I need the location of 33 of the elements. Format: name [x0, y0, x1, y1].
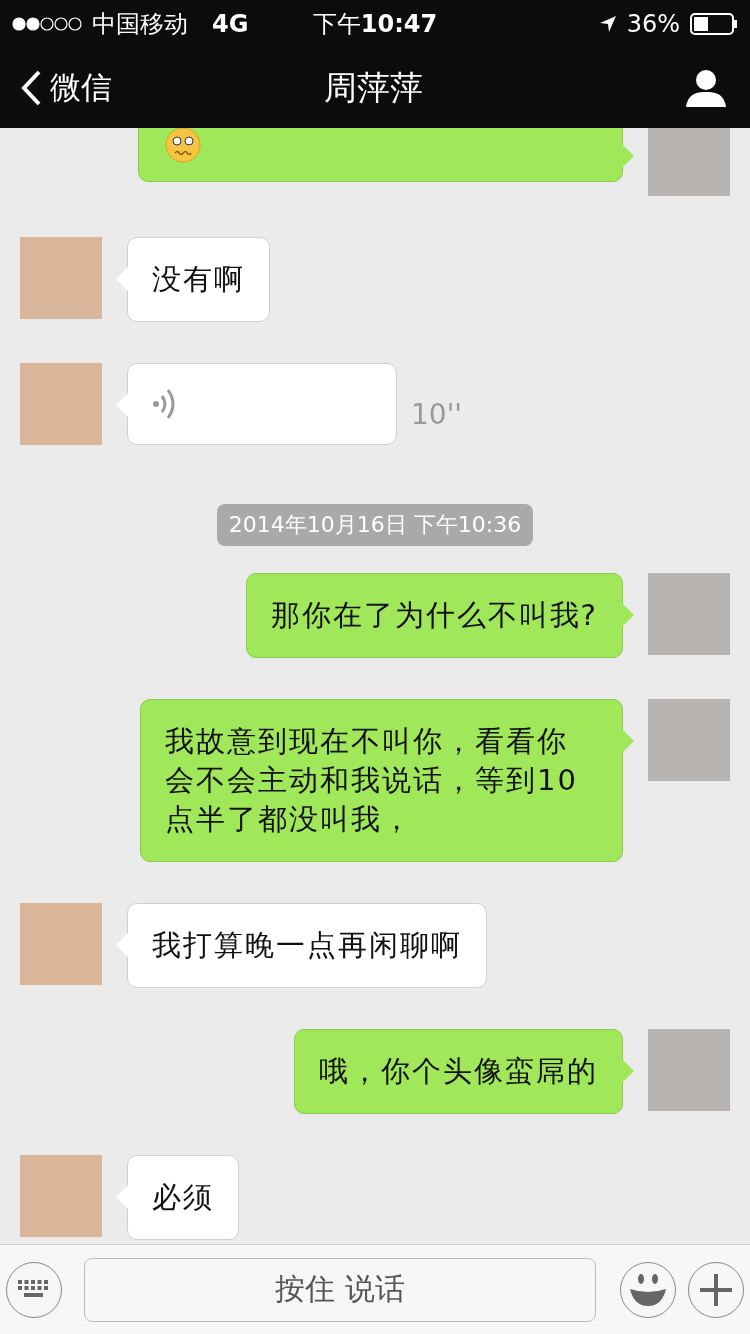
battery-icon: [690, 13, 738, 35]
battery-percent: 36%: [626, 10, 680, 38]
message-bubble: 那你在了为什么不叫我?: [245, 573, 623, 658]
smiley-icon: [628, 1272, 668, 1307]
avatar-photo[interactable]: [20, 363, 102, 445]
message-bubble: 没有啊: [127, 237, 270, 322]
status-time: 下午10:47: [312, 9, 438, 40]
carrier-name: 中国移动: [92, 9, 188, 40]
message-bubble: 哦，你个头像蛮屌的: [294, 1029, 623, 1114]
message-bubble: 必须: [127, 1155, 239, 1240]
avatar-photo[interactable]: [648, 573, 730, 655]
chat-title: 周萍萍: [323, 66, 423, 109]
worried-face-icon: [165, 128, 201, 163]
hold-to-talk-button[interactable]: 按住 说话: [84, 1257, 596, 1322]
avatar-photo[interactable]: [20, 237, 102, 319]
location-arrow-icon: [598, 15, 617, 33]
avatar-photo[interactable]: [648, 128, 730, 196]
avatar-photo[interactable]: [20, 903, 102, 985]
chevron-left-icon: [20, 70, 42, 106]
back-button[interactable]: 微信: [20, 67, 180, 109]
network-type: 4G: [212, 10, 249, 38]
keyboard-icon: [18, 1279, 50, 1300]
message-bubble: 我打算晚一点再闲聊啊: [127, 903, 487, 988]
avatar-photo[interactable]: [20, 1155, 102, 1237]
message-bubble: 我故意到现在不叫你，看看你会不会主动和我说话，等到10点半了都没叫我，: [140, 699, 623, 862]
signal-icon: [12, 16, 82, 32]
avatar-photo[interactable]: [648, 1029, 730, 1111]
plus-icon: [700, 1273, 732, 1306]
avatar-photo[interactable]: [648, 699, 730, 781]
person-icon[interactable]: [686, 69, 726, 107]
timestamp: 2014年10月16日 下午10:36: [216, 504, 534, 546]
voice-message-bubble[interactable]: [127, 363, 397, 445]
voice-duration: 10'': [411, 398, 463, 431]
